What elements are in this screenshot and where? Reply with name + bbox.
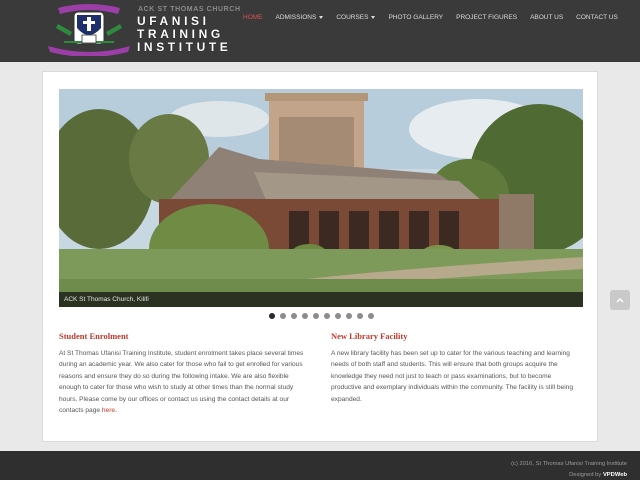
site-logo[interactable]: ACK ST THOMAS CHURCH UFANISI TRAINING IN… [40, 0, 240, 62]
nav-project-figures[interactable]: PROJECT FIGURES [451, 12, 522, 23]
designer-link[interactable]: VPDWeb [603, 472, 627, 478]
logo-line-3: INSTITUTE [137, 40, 232, 54]
slider-dot[interactable] [312, 313, 319, 319]
nav-admissions[interactable]: ADMISSIONS [271, 12, 329, 23]
nav-admissions-label: ADMISSIONS [275, 14, 317, 21]
slider-dot[interactable] [323, 313, 330, 319]
logo-top-text: ACK ST THOMAS CHURCH [138, 6, 241, 13]
caret-down-icon [371, 15, 376, 19]
slider-dot[interactable] [356, 313, 363, 319]
slider-dot[interactable] [301, 313, 308, 319]
site-header: ACK ST THOMAS CHURCH UFANISI TRAINING IN… [0, 0, 640, 62]
enrolment-section: Student Enrolment At St Thomas Ufanisi T… [59, 331, 307, 416]
main-nav: HOME ADMISSIONS COURSES PHOTO GALLERY PR… [238, 12, 626, 23]
enrolment-body: At St Thomas Ufanisi Training Institute,… [59, 350, 304, 415]
chevron-up-icon [616, 298, 624, 303]
church-photo [59, 89, 583, 307]
nav-about-us[interactable]: ABOUT US [525, 12, 568, 23]
slider-dot[interactable] [279, 313, 286, 319]
logo-line-1: UFANISI [137, 14, 210, 28]
slider-dots [43, 313, 599, 319]
slider-dot[interactable] [367, 313, 374, 319]
main-panel: ACK St Thomas Church, Kilifi Student Enr… [42, 71, 598, 442]
crest-icon [48, 4, 130, 56]
library-body: A new library facility has been set up t… [331, 350, 574, 403]
footer-designed-by: Designed by [569, 472, 602, 478]
nav-home[interactable]: HOME [238, 12, 268, 23]
nav-courses[interactable]: COURSES [331, 12, 380, 23]
slider-dot[interactable] [290, 313, 297, 319]
slider-dot[interactable] [334, 313, 341, 319]
footer-credit: Designed by VPDWeb [569, 472, 627, 478]
footer-copyright: (c) 2016, St Thomas Ufanisi Training Ins… [511, 461, 627, 467]
image-slider[interactable]: ACK St Thomas Church, Kilifi [59, 89, 583, 307]
nav-courses-label: COURSES [336, 14, 369, 21]
enrolment-text: At St Thomas Ufanisi Training Institute,… [59, 348, 307, 416]
library-title: New Library Facility [331, 331, 408, 341]
contacts-link[interactable]: here [102, 407, 115, 414]
logo-line-2: TRAINING [137, 27, 224, 41]
enrolment-end: . [115, 407, 117, 415]
library-section: New Library Facility A new library facil… [331, 331, 579, 405]
slider-dot[interactable] [345, 313, 352, 319]
enrolment-title: Student Enrolment [59, 331, 129, 341]
nav-contact-us[interactable]: CONTACT US [571, 12, 623, 23]
caret-down-icon [319, 15, 324, 19]
slider-dot[interactable] [268, 313, 275, 319]
slide-caption: ACK St Thomas Church, Kilifi [59, 292, 583, 307]
nav-photo-gallery[interactable]: PHOTO GALLERY [383, 12, 448, 23]
site-footer: (c) 2016, St Thomas Ufanisi Training Ins… [0, 451, 640, 480]
scroll-top-button[interactable] [610, 290, 630, 310]
